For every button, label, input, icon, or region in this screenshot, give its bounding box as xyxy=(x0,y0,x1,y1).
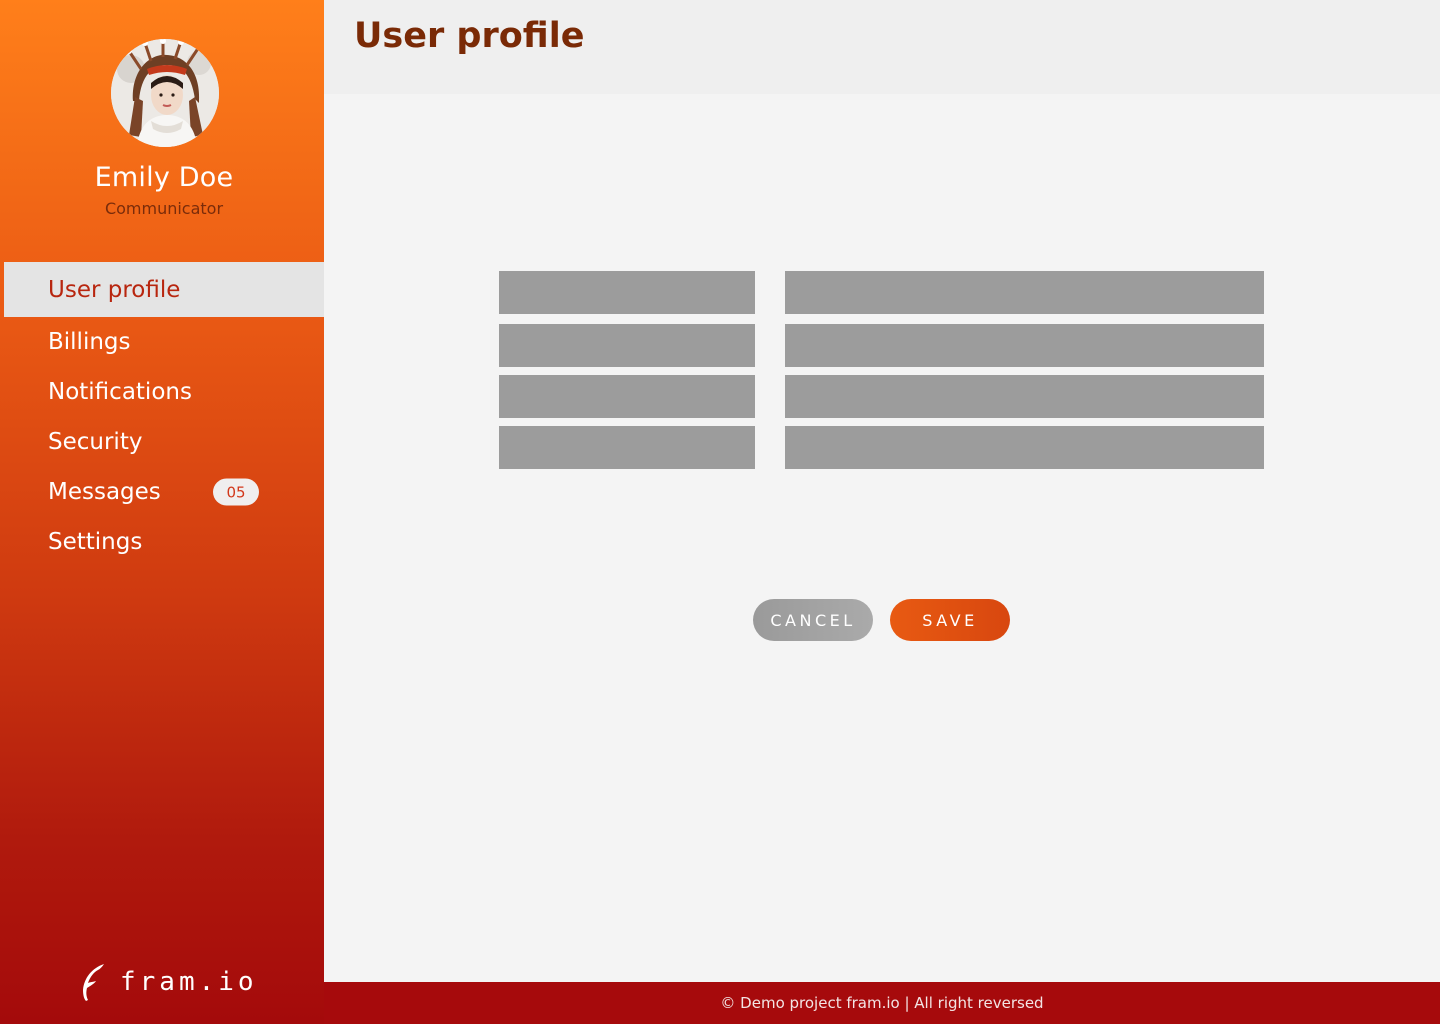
sidebar: Emily Doe Communicator User profile Bill… xyxy=(0,0,324,1024)
sidebar-item-messages[interactable]: Messages 05 xyxy=(0,467,324,517)
form-field-1-label[interactable] xyxy=(499,271,755,314)
form-field-3-label[interactable] xyxy=(499,375,755,418)
brand-logo[interactable]: fram.io xyxy=(80,962,258,1002)
form-field-3-value[interactable] xyxy=(785,375,1264,418)
sidebar-item-label: Messages xyxy=(48,479,161,505)
messages-count-badge: 05 xyxy=(213,478,259,506)
sidebar-item-label: Billings xyxy=(48,329,131,355)
form-field-4-value[interactable] xyxy=(785,426,1264,469)
sidebar-item-notifications[interactable]: Notifications xyxy=(0,367,324,417)
user-avatar[interactable] xyxy=(111,39,219,147)
save-button[interactable]: SAVE xyxy=(890,599,1010,641)
page-header: User profile xyxy=(324,0,1440,94)
cancel-button[interactable]: CANCEL xyxy=(753,599,873,641)
form-field-4-label[interactable] xyxy=(499,426,755,469)
sidebar-item-settings[interactable]: Settings xyxy=(0,517,324,567)
sidebar-item-label: Security xyxy=(48,429,143,455)
user-role: Communicator xyxy=(104,199,224,218)
sidebar-item-label: User profile xyxy=(48,276,181,303)
page-title: User profile xyxy=(354,16,585,56)
brand-name: fram.io xyxy=(120,967,258,997)
sidebar-item-label: Settings xyxy=(48,529,143,555)
sidebar-item-billings[interactable]: Billings xyxy=(0,317,324,367)
user-name: Emily Doe xyxy=(94,162,234,193)
footer-text: © Demo project fram.io | All right rever… xyxy=(720,994,1044,1012)
form-field-2-label[interactable] xyxy=(499,324,755,367)
form-field-2-value[interactable] xyxy=(785,324,1264,367)
page-footer: © Demo project fram.io | All right rever… xyxy=(324,982,1440,1024)
feather-logo-icon xyxy=(83,964,104,1001)
sidebar-nav: User profile Billings Notifications Secu… xyxy=(0,262,324,567)
sidebar-item-user-profile[interactable]: User profile xyxy=(4,262,324,317)
profile-form: CANCEL SAVE xyxy=(324,94,1440,982)
sidebar-item-security[interactable]: Security xyxy=(0,417,324,467)
sidebar-item-label: Notifications xyxy=(48,379,192,405)
avatar-photo xyxy=(111,39,219,147)
form-field-1-value[interactable] xyxy=(785,271,1264,314)
